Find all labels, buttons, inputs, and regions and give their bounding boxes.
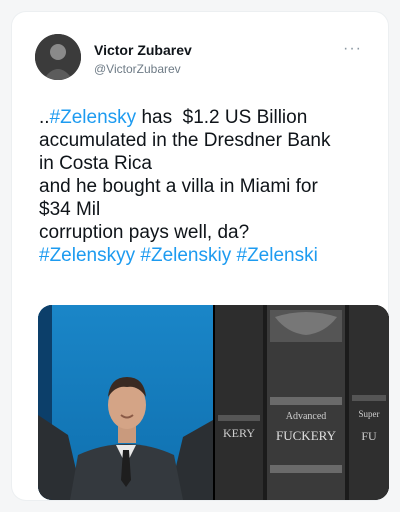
avatar[interactable] <box>35 34 81 80</box>
hashtag-line: #Zelenskyy #Zelenskiy #Zelenski <box>39 244 389 267</box>
tweet-text: ..#Zelensky has $1.2 US Billion accumula… <box>39 106 389 267</box>
hashtag-link[interactable]: #Zelenskiy <box>140 245 231 266</box>
tweet-line: in Costa Rica <box>39 153 152 174</box>
author-display-name[interactable]: Victor Zubarev <box>94 42 192 58</box>
tweet-line: ..#Zelensky has $1.2 US Billion <box>39 106 389 129</box>
tweet-line-suffix: has $1.2 US Billion <box>136 107 308 128</box>
book-left-text: KERY <box>223 426 255 440</box>
tweet-line: accumulated in the Dresdner Bank <box>39 130 331 151</box>
hashtag-link[interactable]: #Zelenskyy <box>39 245 135 266</box>
tweet-line: corruption pays well, da? <box>39 222 250 243</box>
tweet-media[interactable]: Advanced FUCKERY KERY Super FU <box>38 305 389 500</box>
book-center-line1: Advanced <box>286 411 327 422</box>
book-right-line2: FU <box>361 429 377 443</box>
media-photo-books[interactable]: Advanced FUCKERY KERY Super FU <box>215 305 389 500</box>
tweet-card[interactable]: Victor Zubarev @VictorZubarev ··· ..#Zel… <box>12 12 389 500</box>
tweet-line: $34 Mil <box>39 199 101 220</box>
more-dots-icon[interactable]: ··· <box>343 41 362 57</box>
book-right-line1: Super <box>359 409 380 419</box>
tweet-line: and he bought a villa in Miami for <box>39 176 318 197</box>
book-center-line2: FUCKERY <box>276 428 337 443</box>
tweet-line-prefix: .. <box>39 107 50 128</box>
media-photo-person[interactable] <box>38 305 213 500</box>
author-handle[interactable]: @VictorZubarev <box>94 62 181 76</box>
hashtag-link[interactable]: #Zelenski <box>237 245 318 266</box>
hashtag-link[interactable]: #Zelensky <box>50 107 137 128</box>
